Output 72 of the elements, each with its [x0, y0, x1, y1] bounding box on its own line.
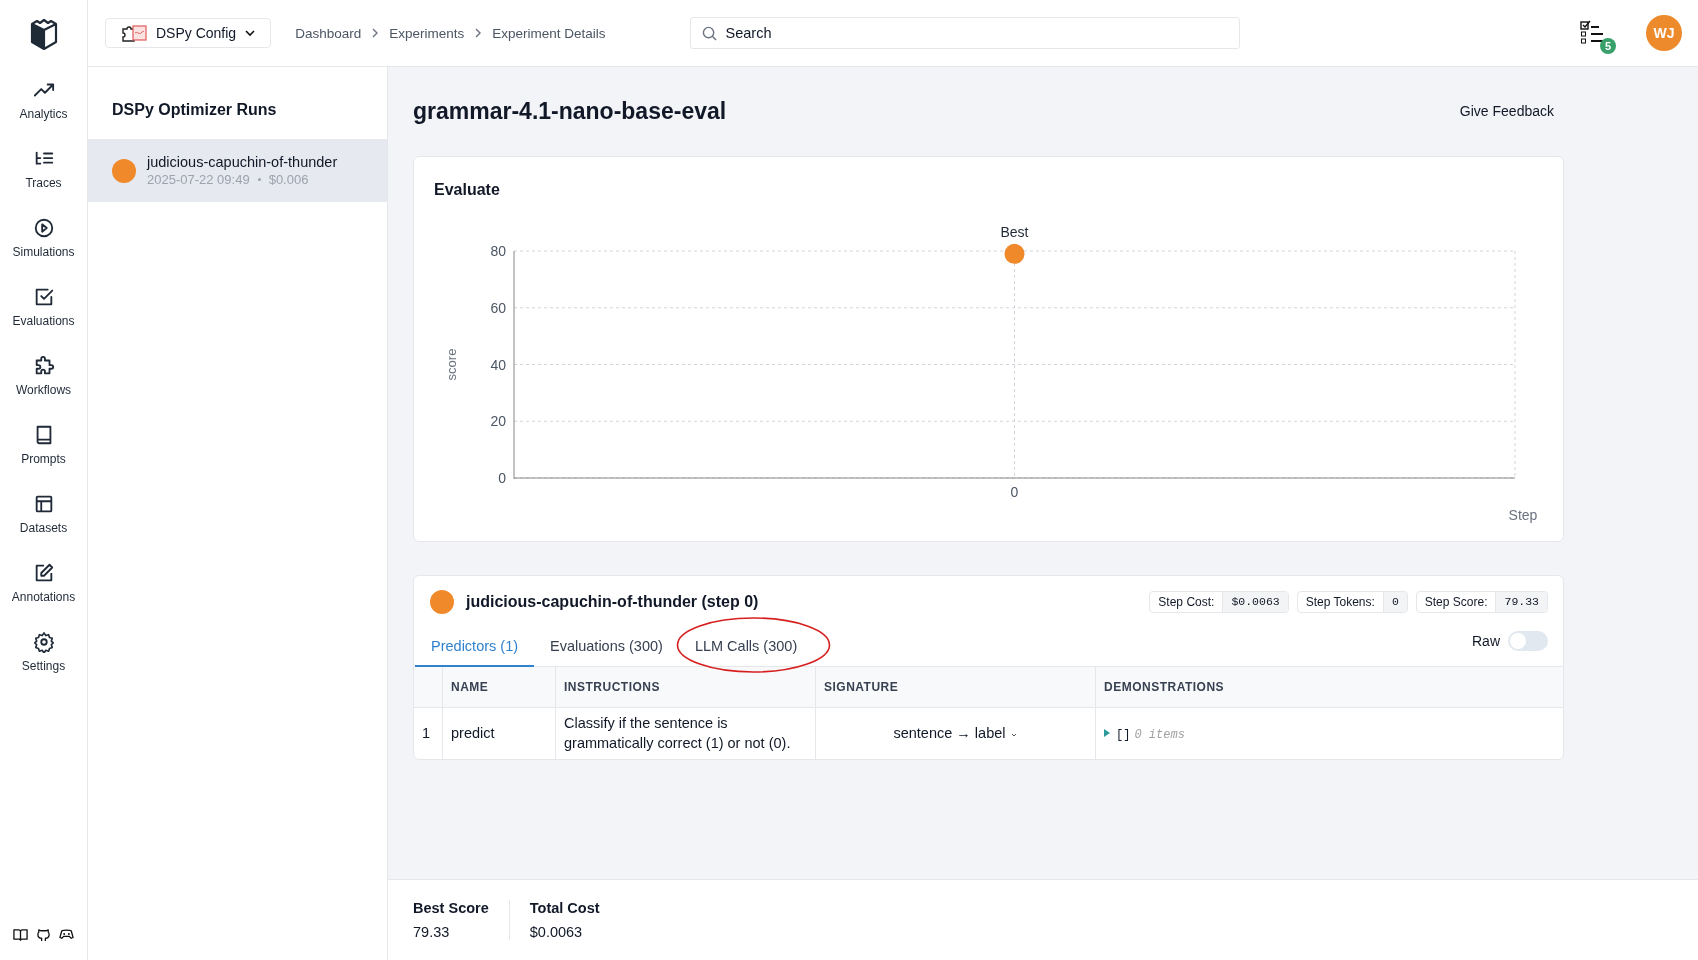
checklist-icon[interactable] — [1580, 20, 1606, 46]
feedback-link[interactable]: Give Feedback — [1459, 103, 1554, 119]
expand-icon[interactable] — [1104, 728, 1110, 737]
column-header: NAME — [442, 667, 556, 708]
search-icon — [701, 26, 717, 41]
breadcrumb-link[interactable]: Dashboard — [295, 25, 362, 41]
chevron-down-icon — [244, 27, 257, 39]
book-icon[interactable] — [13, 927, 28, 942]
nav-item[interactable]: Annotations — [0, 548, 87, 617]
run-date: 2025-07-22 09:49 — [147, 172, 250, 187]
run-name: judicious-capuchin-of-thunder — [147, 154, 338, 170]
cat-icon[interactable] — [36, 927, 51, 942]
x-axis-label: Step — [1508, 507, 1538, 523]
column-header: SIGNATURE — [815, 667, 1096, 708]
item-count: 0 items — [1134, 727, 1185, 742]
y-tick-label: 0 — [498, 470, 506, 486]
chevron-right-icon — [474, 28, 483, 38]
run-cost: $0.006 — [268, 172, 309, 187]
nav-item[interactable]: Datasets — [0, 479, 87, 548]
stat-value: $0.0063 — [1222, 592, 1288, 612]
tab[interactable]: Evaluations (300) — [534, 628, 679, 667]
settings-icon — [32, 630, 55, 653]
nav-item[interactable]: Settings — [0, 617, 87, 686]
panel-title: DSPy Optimizer Runs — [111, 100, 278, 120]
gamepad-icon[interactable] — [59, 927, 74, 942]
chevron-right-icon — [371, 28, 380, 38]
signature-dropdown[interactable]: sentence → label — [893, 725, 1018, 742]
nav-item[interactable]: Simulations — [0, 203, 87, 272]
stat-value: 79.33 — [1495, 592, 1547, 612]
summary-value: $0.0063 — [529, 924, 584, 940]
x-tick-label: 0 — [1010, 484, 1019, 500]
y-tick-label: 60 — [490, 299, 506, 316]
chart-point — [1004, 243, 1025, 264]
nav-item[interactable]: Analytics — [0, 65, 87, 134]
nav-item[interactable]: Evaluations — [0, 272, 87, 341]
chart-title: Evaluate — [433, 180, 501, 199]
nav-item[interactable]: Prompts — [0, 410, 87, 479]
project-selector[interactable]: DSPy Config — [105, 18, 272, 48]
table-cell: Classify if the sentence is grammatically correct (1) or not (0). — [555, 707, 816, 759]
play-icon — [32, 216, 55, 239]
y-tick-label: 20 — [490, 413, 506, 430]
page-title: grammar-4.1-nano-base-eval — [413, 97, 727, 125]
run-item[interactable]: judicious-capuchin-of-thunder 2025-07-22 09:49 $0.006 — [88, 139, 387, 202]
puzzle-icon — [120, 24, 148, 42]
annotation-label: Best — [1000, 223, 1029, 240]
stat-label: Step Cost: — [1157, 594, 1216, 611]
y-tick-label: 40 — [490, 356, 506, 373]
column-header: INSTRUCTIONS — [555, 667, 816, 708]
logo-icon[interactable] — [28, 16, 59, 50]
toggle-label: Raw — [1472, 633, 1500, 649]
json-value: [] — [1116, 727, 1131, 742]
step-title: judicious-capuchin-of-thunder (step 0) — [466, 593, 759, 611]
caret-icon — [1009, 732, 1018, 739]
column-header: DEMONSTRATIONS — [1095, 667, 1563, 708]
summary-label: Total Cost — [529, 900, 600, 916]
table-cell: predict — [442, 707, 556, 759]
stat-value: 0 — [1382, 592, 1407, 612]
y-axis-label: score — [444, 348, 459, 381]
count-badge: 5 — [1600, 38, 1616, 54]
summary-value: 79.33 — [413, 924, 451, 940]
nav-item[interactable]: Traces — [0, 134, 87, 203]
row-number: 1 — [414, 707, 443, 759]
nav-item[interactable]: Workflows — [0, 341, 87, 410]
raw-toggle[interactable] — [1508, 631, 1548, 651]
stat-label: Step Score: — [1423, 594, 1489, 611]
breadcrumb-link[interactable]: Experiments — [389, 25, 465, 41]
search-field[interactable]: Search — [689, 17, 1240, 49]
stat-label: Step Tokens: — [1304, 594, 1376, 611]
y-tick-label: 80 — [490, 243, 506, 259]
summary-label: Best Score — [413, 900, 489, 916]
breadcrumb-link[interactable]: Experiment Details — [492, 25, 606, 41]
separator-dot — [257, 178, 261, 181]
